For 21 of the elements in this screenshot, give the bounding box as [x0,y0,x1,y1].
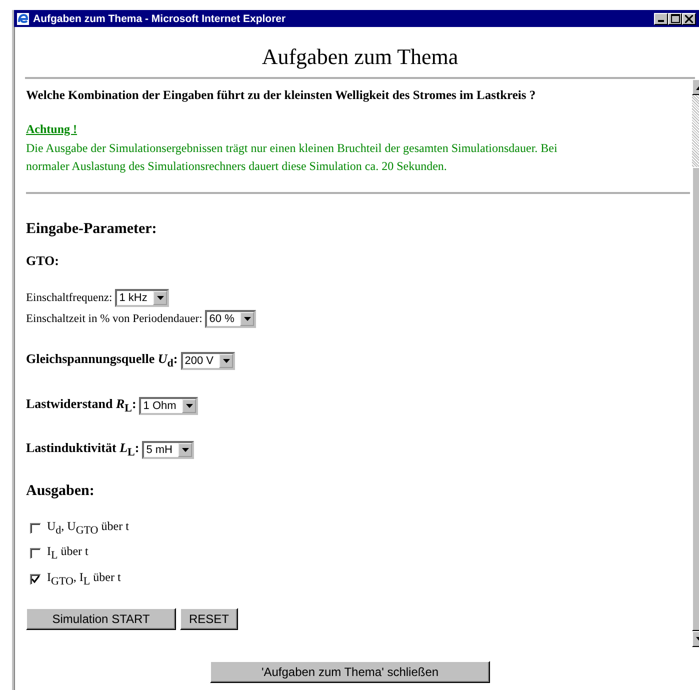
parameter-label: Einschaltzeit in % von Periodendauer: [26,312,202,327]
dropdown[interactable]: 5 mH [142,441,194,460]
group-heading: GTO: [26,253,60,269]
window-title: Aufgaben zum Thema - Microsoft Internet Explorer [33,12,286,24]
dropdown[interactable]: 200 V [180,352,236,370]
dropdown[interactable]: 60 % [205,310,256,328]
dropdown[interactable]: 1 Ohm [139,396,198,415]
parameter-label: Lastinduktivität L$_{L}$: [26,439,140,461]
parameter-label: Gleichspannungsquelle U$_{d}$: [26,350,178,372]
section-heading: Eingabe-Parameter: [26,220,158,238]
question-text: Welche Kombination der Eingaben führt zu der kleinsten Welligkeit des Stromes im Lastkreis ? [26,87,537,104]
parameter-label: Einschaltfrequenz: [26,291,112,306]
notice-text: Die Ausgabe der Simulationsergebnissen trägt nur einen kleinen Bruchteil der gesamten Simulationsdauer. Bei normaler Auslastung des Simulationsrechners dauert diese Simulation ca. 20 Sekunden. [26,140,558,175]
close-page-button[interactable]: 'Aufgaben zum Thema' schließen [210,661,490,683]
section-heading: Ausgaben: [26,482,96,500]
reset-button[interactable]: RESET [180,608,238,630]
parameter-label: Lastwiderstand R$_{L}$: [26,394,136,416]
page-heading: Aufgaben zum Thema [25,27,695,79]
dropdown[interactable]: 1 kHz [115,289,170,307]
notice-title: Achtung ! [26,121,78,138]
start-button[interactable]: Simulation START [26,608,176,630]
